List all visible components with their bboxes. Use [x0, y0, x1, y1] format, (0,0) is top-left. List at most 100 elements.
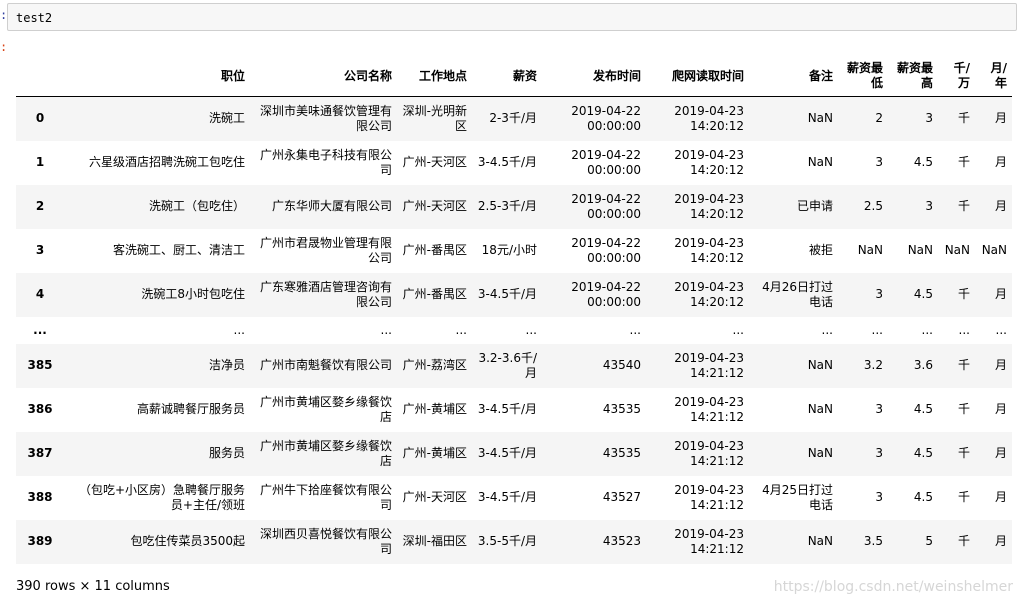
table-cell: NaN	[944, 243, 970, 257]
table-row: 3 客洗碗工、厨工、清洁工 广州市君晟物业管理有限公司 广州-番禺区 18元/小时 201…	[16, 229, 1012, 273]
row-index: 1	[35, 155, 45, 169]
table-row: 4 洗碗工8小时包吃住 广东寒雅酒店管理咨询有限公司 广州-番禺区 3-4.5千/月 20…	[16, 272, 1012, 317]
table-cell: 广州-天河区	[402, 490, 467, 504]
table-cell: 4.5	[913, 402, 933, 416]
table-cell: 洁净员	[208, 358, 245, 372]
column-header: 备注	[749, 56, 838, 97]
table-cell: 3-4.5千/月	[477, 287, 537, 301]
table-cell: 2-3千/月	[489, 111, 537, 126]
table-cell: 43527	[602, 490, 641, 504]
row-index: 4	[35, 287, 45, 301]
table-cell: 洗碗工	[208, 111, 245, 126]
table-cell: 月	[994, 155, 1007, 169]
table-cell: 3	[875, 402, 883, 416]
column-header: 发布时间	[542, 56, 646, 97]
table-cell: 深圳-福田区	[402, 534, 467, 548]
table-cell: 广州-黄埔区	[402, 446, 467, 460]
table-cell: 深圳西贝喜悦餐饮有限公司	[259, 526, 392, 556]
table-cell: 六星级酒店招聘洗碗工包吃住	[88, 155, 245, 169]
table-cell: 43535	[602, 446, 641, 460]
table-row: 0 洗碗工 深圳市美味通餐饮管理有限公司 深圳-光明新区 2-3千/月 2019-04-2…	[16, 96, 1012, 141]
table-cell: 43523	[602, 534, 641, 548]
table-cell: 2019-04-23 14:20:12	[674, 147, 744, 177]
table-cell: NaN	[807, 111, 833, 126]
table-header-row: 职位 公司名称 工作地点 薪资 发布时间 爬网读取时间 备注 薪资最低 薪资最高…	[16, 56, 1012, 97]
table-cell: NaN	[807, 534, 833, 548]
table-row: 387 服务员 广州市黄埔区婺乡缘餐饮店 广州-黄埔区 3-4.5千/月 43535 201…	[16, 431, 1012, 476]
table-cell: 2019-04-23 14:20:12	[674, 103, 744, 133]
table-cell: 3.5-5千/月	[477, 534, 537, 548]
table-cell: 千	[957, 446, 970, 460]
table-cell: 广州市南魁餐饮有限公司	[259, 358, 392, 372]
dataframe-table: 职位 公司名称 工作地点 薪资 发布时间 爬网读取时间 备注 薪资最低 薪资最高…	[16, 56, 1012, 564]
table-cell: NaN	[907, 243, 933, 257]
table-cell: ...	[995, 322, 1007, 337]
table-cell: 2019-04-23 14:20:12	[674, 235, 744, 265]
table-cell: 3	[875, 155, 883, 169]
table-cell: 2019-04-23 14:21:12	[674, 394, 744, 424]
table-cell: 广州市君晟物业管理有限公司	[259, 235, 392, 265]
table-cell: NaN	[807, 358, 833, 372]
table-cell: 月	[994, 490, 1007, 504]
table-row: 389 包吃住传菜员3500起 深圳西贝喜悦餐饮有限公司 深圳-福田区 3.5-5千/月…	[16, 519, 1012, 564]
row-index: ...	[33, 322, 47, 337]
table-cell: 3.5	[863, 534, 883, 548]
table-cell: 千	[957, 155, 970, 169]
table-cell: 2019-04-23 14:20:12	[674, 191, 744, 221]
table-row: 388 （包吃+小区房）急聘餐厅服务员+主任/领班 广州牛下拾座餐饮有限公司 广州-天…	[16, 476, 1012, 520]
table-cell: ...	[732, 322, 744, 337]
table-cell: 广州-番禺区	[402, 243, 467, 257]
table-cell: 2019-04-22 00:00:00	[571, 235, 641, 265]
table-cell: 广州市黄埔区婺乡缘餐饮店	[259, 438, 392, 468]
table-cell: 千	[957, 534, 970, 548]
row-index: 389	[27, 534, 53, 548]
table-cell: 2019-04-23 14:20:12	[674, 279, 744, 309]
table-cell: 4月25日打过电话	[762, 482, 833, 512]
row-index: 0	[35, 111, 45, 126]
column-header: 薪资	[472, 56, 542, 97]
table-cell: ...	[525, 322, 537, 337]
table-cell: 深圳-光明新区	[402, 103, 467, 133]
index-header	[16, 56, 64, 97]
table-row: 2 洗碗工（包吃住） 广东华师大厦有限公司 广州-天河区 2.5-3千/月 2019-04…	[16, 184, 1012, 229]
table-cell: 2019-04-22 00:00:00	[571, 279, 641, 309]
code-cell-input[interactable]: test2	[7, 3, 1017, 31]
table-cell: 4.5	[913, 490, 933, 504]
table-cell: 广州永集电子科技有限公司	[259, 147, 392, 177]
table-cell: 3-4.5千/月	[477, 155, 537, 169]
table-cell: 2019-04-23 14:21:12	[674, 350, 744, 380]
table-cell: 3	[875, 287, 883, 301]
output-prompt: :	[0, 40, 8, 54]
code-text: test2	[16, 11, 53, 25]
table-cell: 千	[957, 199, 970, 213]
table-cell: 3.2-3.6千/月	[478, 350, 537, 380]
table-cell: 月	[994, 287, 1007, 301]
table-cell: 月	[994, 402, 1007, 416]
row-index: 388	[27, 490, 53, 504]
table-cell: 千	[957, 287, 970, 301]
row-index: 386	[27, 402, 53, 416]
column-header: 公司名称	[250, 56, 397, 97]
table-cell: 包吃住传菜员3500起	[130, 534, 245, 548]
table-cell: ...	[921, 322, 933, 337]
table-cell: 2019-04-23 14:21:12	[674, 438, 744, 468]
table-cell: 千	[957, 402, 970, 416]
table-cell: ...	[871, 322, 883, 337]
table-cell: ...	[958, 322, 970, 337]
table-cell: （包吃+小区房）急聘餐厅服务员+主任/领班	[78, 482, 245, 512]
table-cell: 43535	[602, 402, 641, 416]
table-cell: 43540	[602, 358, 641, 372]
table-cell: 2.5	[863, 199, 883, 213]
table-row: ....................................	[16, 317, 1012, 344]
row-index: 385	[27, 358, 53, 372]
table-cell: 服务员	[208, 446, 245, 460]
table-cell: 2019-04-22 00:00:00	[571, 147, 641, 177]
table-cell: NaN	[807, 402, 833, 416]
table-cell: ...	[629, 322, 641, 337]
table-cell: 深圳市美味通餐饮管理有限公司	[259, 103, 392, 133]
table-cell: 广东寒雅酒店管理咨询有限公司	[259, 279, 392, 309]
table-cell: 客洗碗工、厨工、清洁工	[112, 243, 245, 257]
table-cell: 3-4.5千/月	[477, 490, 537, 504]
table-cell: 广东华师大厦有限公司	[271, 199, 392, 213]
row-index: 2	[35, 199, 45, 213]
